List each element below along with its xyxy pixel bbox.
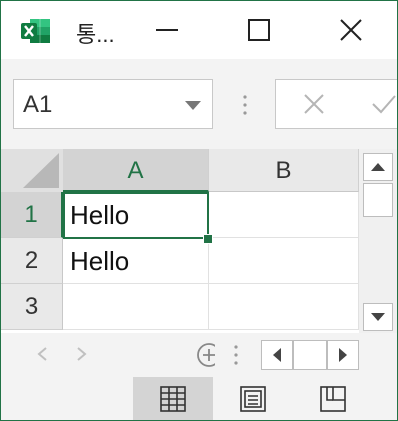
row-header-3[interactable]: 3 <box>1 284 63 330</box>
window-title: 통... <box>76 22 115 47</box>
sheet-prev-icon[interactable] <box>37 347 47 361</box>
close-icon[interactable] <box>303 93 325 115</box>
select-all-corner[interactable] <box>1 149 63 192</box>
close-icon <box>340 19 362 41</box>
cell-a1[interactable]: Hello <box>63 192 209 238</box>
checkmark-icon[interactable] <box>371 93 397 115</box>
excel-window: 통... A1 A B 1 2 3 Hello Hello <box>0 0 398 421</box>
maximize-icon <box>248 19 270 41</box>
formula-actions <box>275 79 397 129</box>
normal-view-icon <box>160 385 186 412</box>
name-box-value: A1 <box>23 91 53 118</box>
sheet-next-icon[interactable] <box>77 347 87 361</box>
name-box[interactable]: A1 <box>13 79 213 129</box>
sheet-tab-strip <box>1 333 397 377</box>
column-header-b[interactable]: B <box>209 149 359 192</box>
scroll-left-button[interactable] <box>261 340 293 370</box>
chevron-down-icon[interactable] <box>185 101 201 110</box>
normal-view-button[interactable] <box>133 377 213 420</box>
close-button[interactable] <box>327 1 375 59</box>
vertical-scrollbar[interactable] <box>359 149 397 333</box>
arrow-left-icon <box>273 348 281 362</box>
horizontal-scroll-thumb[interactable] <box>293 340 327 370</box>
column-header-a[interactable]: A <box>63 149 209 192</box>
excel-icon <box>21 18 51 44</box>
page-layout-button[interactable] <box>213 377 293 420</box>
page-layout-icon <box>240 385 266 412</box>
page-break-preview-button[interactable] <box>293 377 373 420</box>
drag-handle-icon[interactable] <box>243 95 247 115</box>
status-bar <box>1 377 397 420</box>
maximize-button[interactable] <box>235 1 283 59</box>
title-bar: 통... <box>1 1 397 59</box>
drag-handle-icon[interactable] <box>234 345 238 365</box>
arrow-down-icon <box>371 313 385 321</box>
row-header-1[interactable]: 1 <box>1 192 63 238</box>
scroll-down-button[interactable] <box>363 303 393 331</box>
page-break-preview-icon <box>320 385 346 412</box>
scroll-up-button[interactable] <box>363 153 393 181</box>
row-header-2[interactable]: 2 <box>1 238 63 284</box>
cell-b1[interactable] <box>209 192 359 238</box>
cell-b3[interactable] <box>209 284 359 330</box>
minimize-icon <box>156 29 178 31</box>
new-sheet-icon[interactable] <box>195 341 215 369</box>
scroll-thumb[interactable] <box>363 183 393 217</box>
arrow-right-icon <box>339 348 347 362</box>
cell-a2[interactable]: Hello <box>63 238 209 284</box>
minimize-button[interactable] <box>143 1 191 59</box>
scroll-right-button[interactable] <box>327 340 359 370</box>
formula-bar: A1 <box>1 59 397 149</box>
cell-b2[interactable] <box>209 238 359 284</box>
spreadsheet-grid: A B 1 2 3 Hello Hello <box>1 149 359 333</box>
cell-a3[interactable] <box>63 284 209 330</box>
arrow-up-icon <box>371 163 385 171</box>
fill-handle[interactable] <box>203 234 213 244</box>
